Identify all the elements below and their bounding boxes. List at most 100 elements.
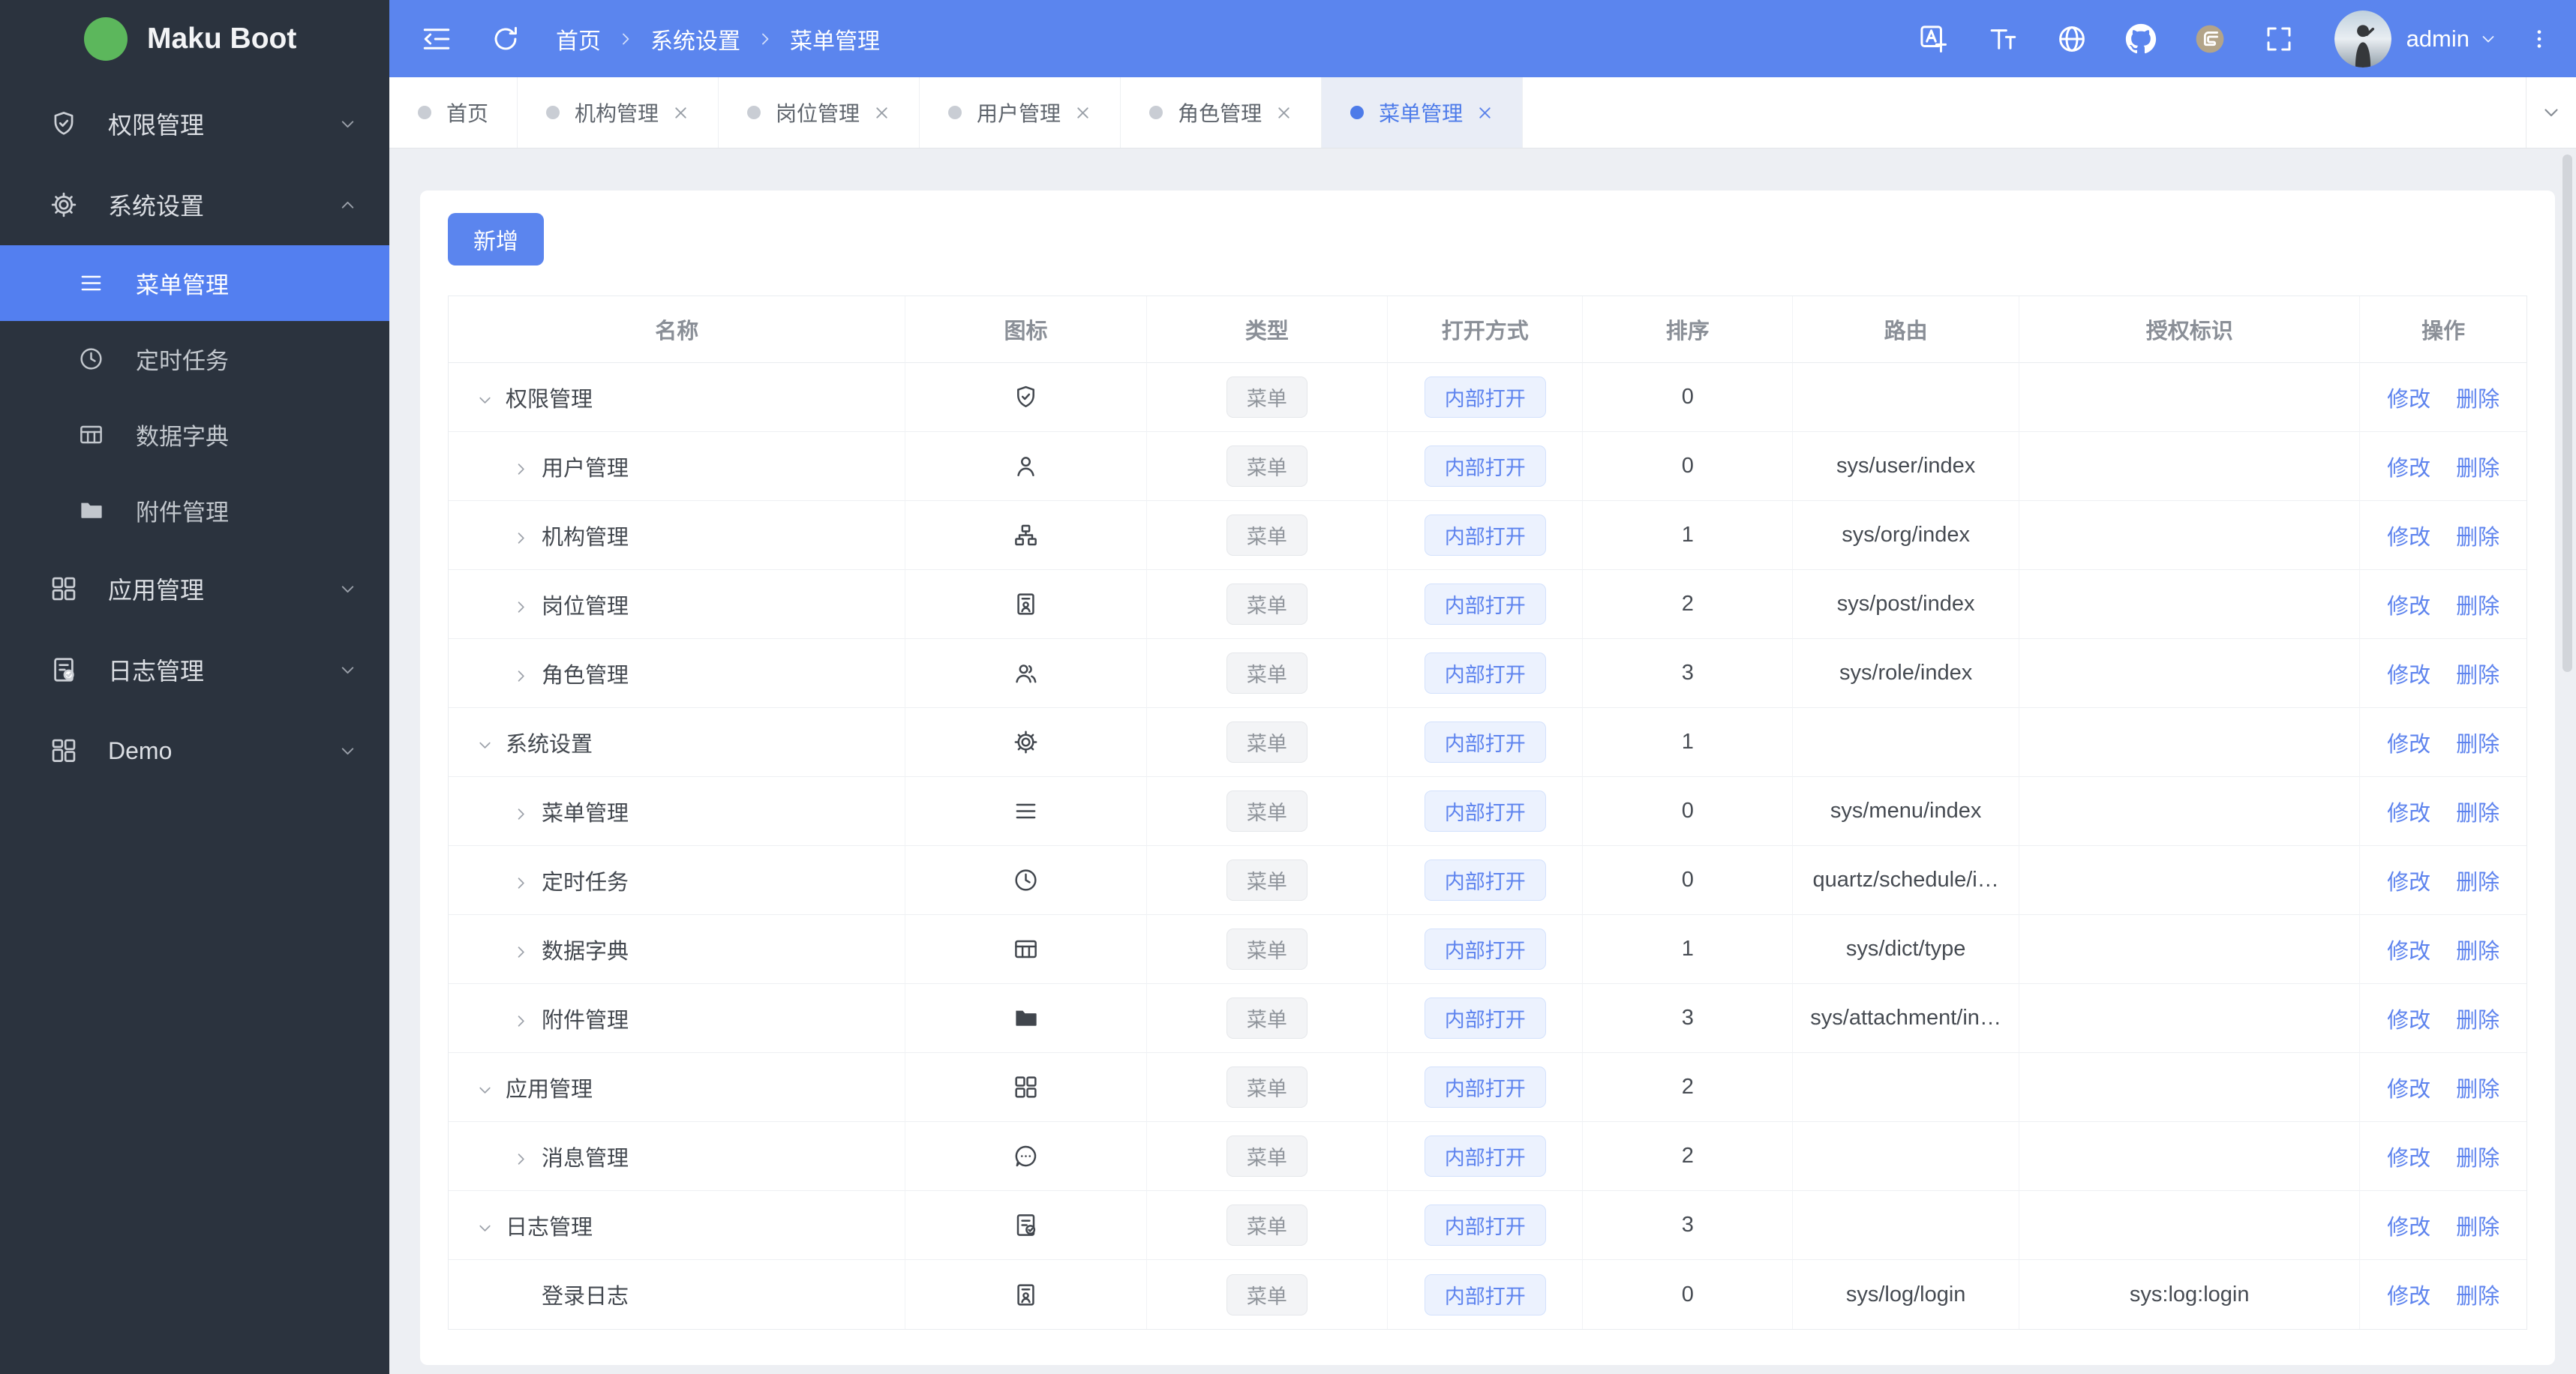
collapse-arrow-icon[interactable] [512, 598, 542, 617]
breadcrumb-item[interactable]: 首页 [556, 22, 601, 56]
sidebar-subitem-label: 菜单管理 [136, 272, 229, 298]
language-button[interactable] [2055, 22, 2088, 56]
edit-link[interactable]: 修改 [2387, 595, 2430, 619]
breadcrumb-item[interactable]: 系统设置 [650, 22, 740, 56]
delete-link[interactable]: 删除 [2456, 1009, 2499, 1033]
collapse-arrow-icon[interactable] [512, 874, 542, 893]
edit-link[interactable]: 修改 [2387, 1285, 2430, 1309]
add-button[interactable]: 新增 [448, 213, 544, 266]
delete-link[interactable]: 删除 [2456, 388, 2499, 412]
delete-link[interactable]: 删除 [2456, 664, 2499, 688]
avatar-image [2334, 10, 2391, 68]
collapse-arrow-icon[interactable] [512, 529, 542, 548]
tab-岗位管理[interactable]: 岗位管理 [719, 77, 920, 148]
sidebar-item-应用管理[interactable]: 应用管理 [0, 548, 389, 629]
gitee-button[interactable] [2193, 22, 2226, 56]
edit-link[interactable]: 修改 [2387, 1216, 2430, 1240]
sidebar-item-日志管理[interactable]: 日志管理 [0, 629, 389, 710]
close-icon[interactable] [1275, 104, 1293, 122]
collapse-arrow-icon[interactable] [512, 1012, 542, 1031]
collapse-arrow-icon[interactable] [512, 667, 542, 686]
tab-用户管理[interactable]: 用户管理 [920, 77, 1121, 148]
delete-link[interactable]: 删除 [2456, 871, 2499, 895]
open-mode-tag: 内部打开 [1424, 998, 1546, 1039]
sidebar-item-Demo[interactable]: Demo [0, 710, 389, 791]
expand-arrow-icon[interactable] [476, 1219, 506, 1238]
sidebar-item-系统设置[interactable]: 系统设置 [0, 164, 389, 245]
tab-list-dropdown-button[interactable] [2526, 77, 2576, 148]
edit-link[interactable]: 修改 [2387, 457, 2430, 481]
sidebar-item-权限管理[interactable]: 权限管理 [0, 83, 389, 164]
breadcrumb-item[interactable]: 菜单管理 [790, 22, 880, 56]
open-mode-tag: 内部打开 [1424, 722, 1546, 763]
delete-link[interactable]: 删除 [2456, 595, 2499, 619]
badge-icon [1013, 1282, 1039, 1308]
delete-link[interactable]: 删除 [2456, 802, 2499, 826]
close-icon[interactable] [1476, 104, 1494, 122]
expand-arrow-icon[interactable] [476, 391, 506, 410]
table-row: 应用管理 菜单 内部打开 2 修改 删除 [449, 1053, 2526, 1122]
fullscreen-button[interactable] [2262, 22, 2295, 56]
expand-arrow-icon[interactable] [476, 1081, 506, 1100]
breadcrumb-separator-icon [755, 29, 775, 49]
github-button[interactable] [2124, 22, 2157, 56]
edit-link[interactable]: 修改 [2387, 802, 2430, 826]
delete-link[interactable]: 删除 [2456, 457, 2499, 481]
collapse-arrow-icon[interactable] [512, 943, 542, 962]
open-mode-tag: 内部打开 [1424, 1066, 1546, 1108]
edit-link[interactable]: 修改 [2387, 733, 2430, 757]
expand-arrow-icon[interactable] [476, 736, 506, 755]
edit-link[interactable]: 修改 [2387, 1078, 2430, 1102]
chevron-down-icon[interactable] [2478, 29, 2498, 49]
tab-机构管理[interactable]: 机构管理 [518, 77, 719, 148]
collapse-arrow-icon[interactable] [512, 805, 542, 824]
tab-菜单管理[interactable]: 菜单管理 [1322, 77, 1524, 148]
sidebar-subitem-附件管理[interactable]: 附件管理 [0, 472, 389, 548]
collapse-arrow-icon[interactable] [512, 460, 542, 479]
auth-value [2019, 639, 2361, 708]
route-value: quartz/schedule/i… [1793, 846, 2020, 915]
more-menu-button[interactable] [2528, 22, 2550, 56]
close-icon[interactable] [873, 104, 890, 122]
delete-link[interactable]: 删除 [2456, 940, 2499, 964]
sidebar-collapse-button[interactable] [419, 22, 454, 56]
refresh-button[interactable] [488, 22, 523, 56]
delete-link[interactable]: 删除 [2456, 1147, 2499, 1171]
sidebar-subitem-数据字典[interactable]: 数据字典 [0, 397, 389, 472]
edit-link[interactable]: 修改 [2387, 1147, 2430, 1171]
type-tag: 菜单 [1226, 1066, 1308, 1108]
edit-link[interactable]: 修改 [2387, 871, 2430, 895]
edit-link[interactable]: 修改 [2387, 664, 2430, 688]
menu-name: 岗位管理 [542, 594, 629, 619]
open-mode-tag: 内部打开 [1424, 1136, 1546, 1177]
edit-link[interactable]: 修改 [2387, 388, 2430, 412]
route-value: sys/log/login [1793, 1260, 2020, 1329]
edit-link[interactable]: 修改 [2387, 1009, 2430, 1033]
close-icon[interactable] [672, 104, 689, 122]
username[interactable]: admin [2406, 26, 2469, 52]
collapse-arrow-icon[interactable] [512, 1150, 542, 1169]
open-mode-tag: 内部打开 [1424, 1204, 1546, 1246]
sidebar-subitem-菜单管理[interactable]: 菜单管理 [0, 245, 389, 321]
column-header-打开方式: 打开方式 [1388, 296, 1584, 363]
delete-link[interactable]: 删除 [2456, 1285, 2499, 1309]
app-logo[interactable]: Maku Boot [0, 0, 389, 77]
edit-link[interactable]: 修改 [2387, 940, 2430, 964]
tab-角色管理[interactable]: 角色管理 [1121, 77, 1323, 148]
delete-link[interactable]: 删除 [2456, 1078, 2499, 1102]
translate-button[interactable] [1917, 22, 1950, 56]
delete-link[interactable]: 删除 [2456, 733, 2499, 757]
vertical-scrollbar[interactable] [2562, 154, 2572, 672]
delete-link[interactable]: 删除 [2456, 526, 2499, 550]
tab-首页[interactable]: 首页 [389, 77, 518, 148]
avatar[interactable] [2334, 10, 2391, 68]
edit-link[interactable]: 修改 [2387, 526, 2430, 550]
type-tag: 菜单 [1226, 790, 1308, 832]
delete-link[interactable]: 删除 [2456, 1216, 2499, 1240]
route-value: sys/role/index [1793, 639, 2020, 708]
apps-icon [50, 574, 78, 603]
open-mode-tag: 内部打开 [1424, 928, 1546, 970]
close-icon[interactable] [1074, 104, 1091, 122]
sidebar-subitem-定时任务[interactable]: 定时任务 [0, 321, 389, 397]
font-size-button[interactable] [1986, 22, 2019, 56]
